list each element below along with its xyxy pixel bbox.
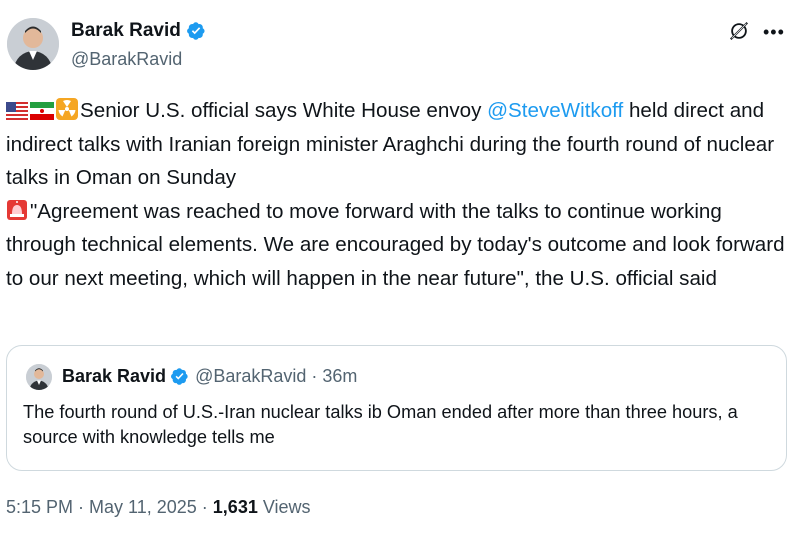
mention-link[interactable]: @SteveWitkoff [487, 99, 623, 122]
tweet-time[interactable]: 5:15 PM [6, 497, 73, 518]
quote-text: The fourth round of U.S.-Iran nuclear ta… [23, 402, 738, 447]
meta-separator-2: · [196, 497, 213, 517]
radioactive-icon [56, 98, 78, 120]
verified-badge-icon [186, 22, 205, 40]
tweet-text: Senior U.S. official says White House en… [6, 94, 794, 295]
tweet-meta: 5:15 PM · May 11, 2025 · 1,631 Views [6, 497, 311, 518]
quote-header: Barak Ravid @BarakRavid · 36m [62, 366, 357, 387]
tweet-paragraph-2: "Agreement was reached to move forward w… [6, 195, 794, 296]
author-display-name[interactable]: Barak Ravid [71, 20, 181, 42]
quote-avatar[interactable] [26, 364, 52, 390]
us-flag-icon [6, 102, 28, 120]
tweet-paragraph-1: Senior U.S. official says White House en… [6, 94, 794, 195]
tweet-paragraph-2-text: "Agreement was reached to move forward w… [6, 199, 785, 290]
meta-separator-1: · [73, 497, 90, 517]
quote-author-handle[interactable]: @BarakRavid [195, 366, 306, 387]
author-avatar[interactable] [7, 18, 59, 70]
iran-flag-icon [30, 102, 54, 120]
tweet-line1-pre: Senior U.S. official says White House en… [80, 99, 488, 122]
views-count: 1,631 [212, 497, 258, 517]
quote-verified-badge-icon [171, 368, 188, 385]
quoted-tweet[interactable]: Barak Ravid @BarakRavid · 36m The fourth… [6, 345, 787, 471]
quote-separator: · [306, 366, 323, 386]
tweet-date[interactable]: May 11, 2025 [89, 497, 197, 518]
more-options-icon[interactable]: ••• [763, 22, 785, 43]
author-name-row: Barak Ravid [71, 20, 206, 42]
quote-timestamp[interactable]: 36m [322, 366, 357, 387]
quote-avatar-image [26, 364, 52, 390]
author-handle[interactable]: @BarakRavid [71, 49, 182, 70]
grok-icon[interactable] [728, 20, 750, 42]
views-label: Views [257, 497, 311, 517]
avatar-image [7, 18, 59, 70]
quote-author-name[interactable]: Barak Ravid [62, 366, 166, 387]
siren-icon [7, 199, 27, 220]
